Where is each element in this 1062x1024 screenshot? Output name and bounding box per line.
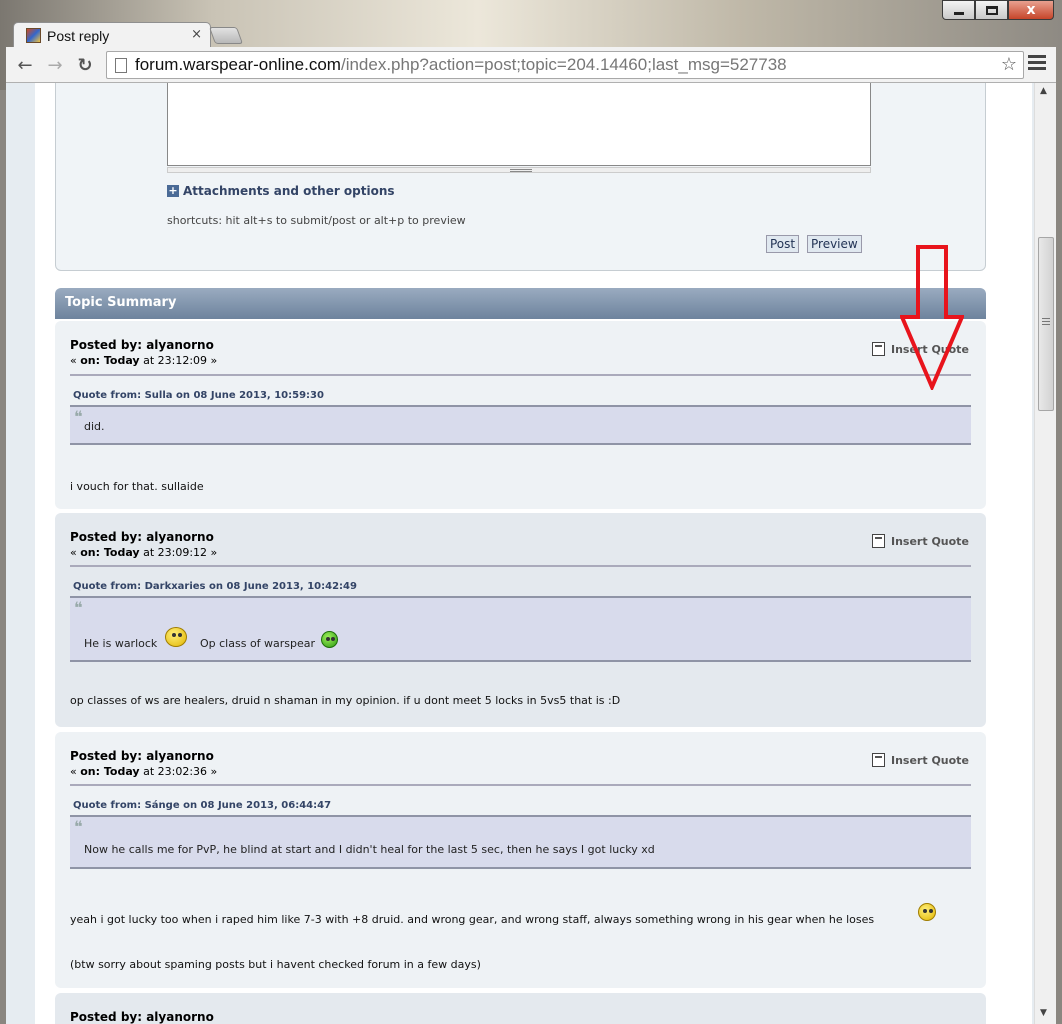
quote-icon	[872, 534, 885, 548]
topic-summary-title: Topic Summary	[65, 295, 177, 310]
summary-post: Posted by: alyanorno « on: Today at 23:0…	[55, 732, 986, 988]
scroll-up-icon[interactable]: ▲	[1040, 86, 1047, 96]
minimize-icon	[953, 11, 964, 15]
post-date: « on: Today at 23:02:36 »	[70, 765, 218, 778]
insert-quote-label: Insert Quote	[891, 753, 969, 767]
summary-post: Posted by: alyanorno	[55, 993, 986, 1024]
quote-icon	[872, 753, 885, 767]
quote-header: Quote from: Sánge on 08 June 2013, 06:44…	[73, 800, 332, 811]
quote-mark-icon: ❝	[74, 407, 83, 426]
summary-post: Posted by: alyanorno « on: Today at 23:1…	[55, 321, 986, 509]
bookmark-star-icon[interactable]: ☆	[1001, 54, 1017, 75]
post-body: i vouch for that. sullaide	[70, 480, 204, 493]
post-body: (btw sorry about spaming posts but i hav…	[70, 958, 481, 971]
header-divider	[70, 784, 971, 786]
quote-icon	[872, 342, 885, 356]
post-date: « on: Today at 23:12:09 »	[70, 354, 218, 367]
address-bar[interactable]: forum.warspear-online.com/index.php?acti…	[106, 51, 1024, 79]
url-host: forum.warspear-online.com	[135, 55, 341, 74]
menu-icon[interactable]	[1028, 55, 1046, 75]
header-divider	[70, 374, 971, 376]
back-button[interactable]: ←	[14, 54, 36, 76]
quote-block: ❝ He is warlock Op class of warspear	[70, 596, 971, 662]
quote-header: Quote from: Darkxaries on 08 June 2013, …	[73, 581, 357, 592]
insert-quote-button[interactable]: Insert Quote	[872, 753, 969, 767]
favicon-icon	[26, 28, 41, 43]
close-window-button[interactable]: x	[1008, 0, 1054, 20]
url-path: /index.php?action=post;topic=204.14460;l…	[340, 55, 787, 74]
message-textarea[interactable]	[167, 83, 871, 166]
tab-close-icon[interactable]: ×	[191, 27, 202, 42]
reply-form: + Attachments and other options shortcut…	[55, 83, 986, 271]
maximize-button[interactable]	[975, 0, 1008, 20]
post-author: Posted by: alyanorno	[70, 1010, 214, 1024]
shortcuts-hint: shortcuts: hit alt+s to submit/post or a…	[167, 214, 466, 227]
window-controls: x	[942, 0, 1054, 22]
browser-toolbar: ← → ↻ forum.warspear-online.com/index.ph…	[6, 47, 1056, 83]
scroll-down-icon[interactable]: ▼	[1040, 1008, 1047, 1018]
annotation-arrow-icon	[900, 245, 964, 390]
plus-icon: +	[167, 184, 179, 197]
quote-text: He is warlock	[84, 637, 158, 650]
vertical-scrollbar[interactable]: ▲ ▼	[1034, 83, 1056, 1024]
insert-quote-button[interactable]: Insert Quote	[872, 534, 969, 548]
scrollbar-thumb[interactable]	[1038, 237, 1054, 411]
browser-tab[interactable]: Post reply ×	[13, 22, 211, 48]
scroll-grip-icon	[1042, 318, 1050, 327]
post-author: Posted by: alyanorno	[70, 530, 214, 544]
quote-mark-icon: ❝	[74, 817, 83, 836]
textarea-resize-handle[interactable]	[167, 167, 871, 173]
preview-button[interactable]: Preview	[807, 235, 862, 253]
quote-text: Op class of warspear	[200, 637, 316, 650]
attachments-toggle[interactable]: + Attachments and other options	[167, 184, 395, 198]
summary-post: Posted by: alyanorno « on: Today at 23:0…	[55, 513, 986, 727]
insert-quote-label: Insert Quote	[891, 534, 969, 548]
quote-text: Now he calls me for PvP, he blind at sta…	[84, 843, 655, 856]
rolling-eyes-smiley-icon	[918, 903, 936, 921]
worried-smiley-icon	[165, 627, 187, 647]
post-author: Posted by: alyanorno	[70, 338, 214, 352]
quote-text: did.	[84, 420, 105, 433]
minimize-button[interactable]	[942, 0, 975, 20]
tab-title: Post reply	[47, 27, 110, 44]
post-body: op classes of ws are healers, druid n sh…	[70, 694, 621, 707]
quote-block: ❝ Now he calls me for PvP, he blind at s…	[70, 815, 971, 869]
maximize-icon	[985, 5, 998, 15]
quote-mark-icon: ❝	[74, 598, 83, 617]
quote-header: Quote from: Sulla on 08 June 2013, 10:59…	[73, 390, 324, 401]
sick-smiley-icon	[321, 631, 338, 648]
close-icon: x	[1026, 2, 1036, 18]
quote-block: ❝ did.	[70, 405, 971, 445]
page-viewport: + Attachments and other options shortcut…	[6, 83, 1056, 1024]
new-tab-button[interactable]	[208, 27, 244, 44]
post-button[interactable]: Post	[766, 235, 800, 253]
topic-summary-header: Topic Summary	[55, 288, 986, 319]
reload-button[interactable]: ↻	[74, 54, 96, 76]
attachments-label: Attachments and other options	[183, 184, 395, 198]
post-date: « on: Today at 23:09:12 »	[70, 546, 218, 559]
forward-button[interactable]: →	[44, 54, 66, 76]
header-divider	[70, 565, 971, 567]
post-body: yeah i got lucky too when i raped him li…	[70, 913, 875, 926]
forum-content: + Attachments and other options shortcut…	[35, 83, 1032, 1024]
page-icon	[115, 57, 127, 73]
post-author: Posted by: alyanorno	[70, 749, 214, 763]
